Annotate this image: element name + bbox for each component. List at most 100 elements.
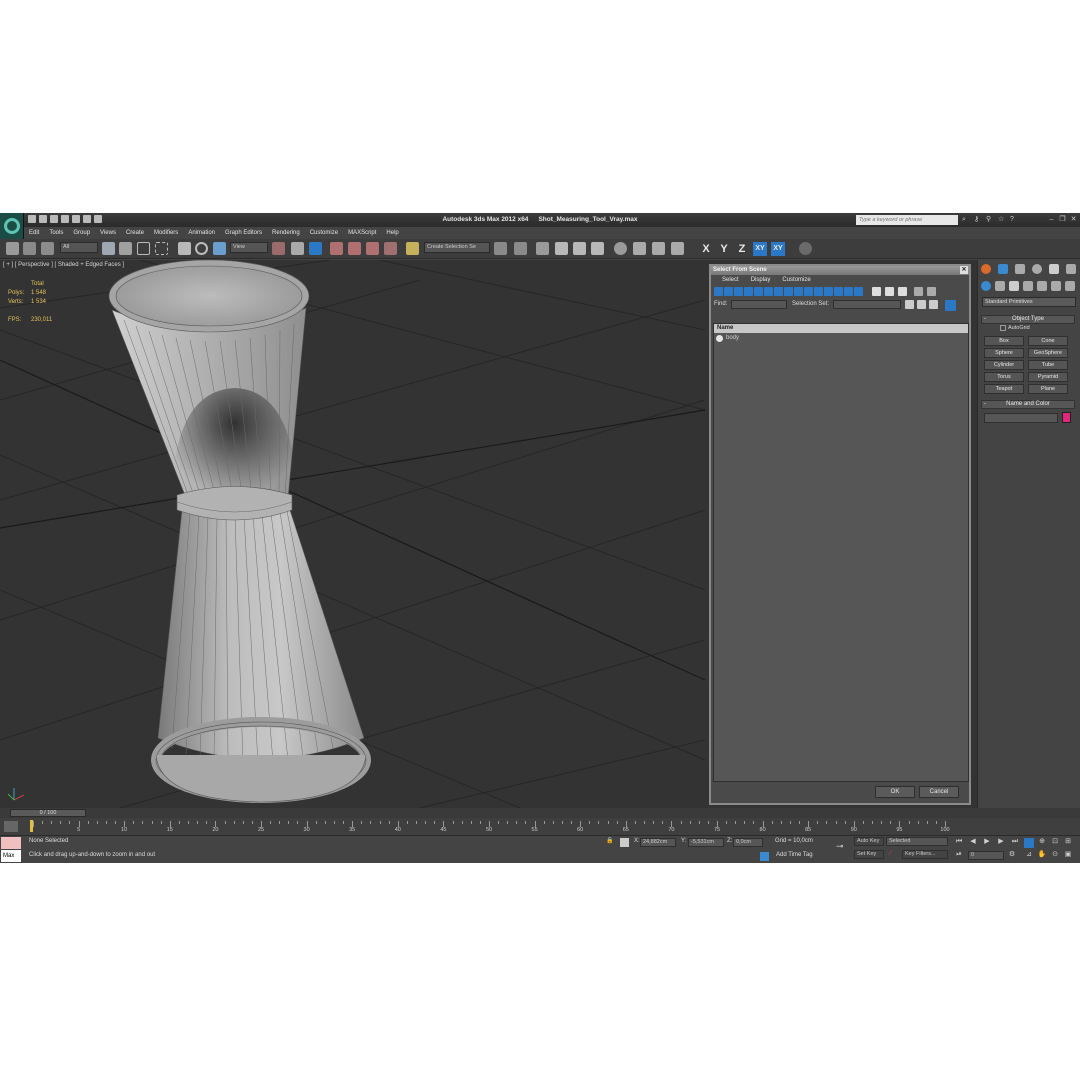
display-xrefs-icon[interactable] — [784, 287, 793, 296]
plane-button[interactable]: Plane — [1028, 384, 1068, 394]
mirror-icon[interactable] — [494, 242, 507, 255]
align-icon[interactable] — [514, 242, 527, 255]
display-groups-icon[interactable] — [774, 287, 783, 296]
render-production-icon[interactable] — [671, 242, 684, 255]
menu-maxscript[interactable]: MAXScript — [343, 227, 381, 239]
list-item[interactable]: body — [714, 333, 968, 343]
app-logo[interactable] — [0, 213, 24, 239]
absolute-mode-icon[interactable] — [620, 838, 629, 847]
set-key-button[interactable]: Set Key — [854, 850, 884, 859]
menu-views[interactable]: Views — [95, 227, 121, 239]
axis-xy-button[interactable]: XY — [753, 242, 767, 256]
tube-button[interactable]: Tube — [1028, 360, 1068, 370]
bind-space-warp-icon[interactable] — [41, 242, 54, 255]
display-containers-icon[interactable] — [804, 287, 813, 296]
utilities-tab-icon[interactable] — [1066, 264, 1076, 274]
display-tab-icon[interactable] — [1049, 264, 1059, 274]
select-object-icon[interactable] — [102, 242, 115, 255]
geometry-category-icon[interactable] — [981, 281, 991, 291]
systems-category-icon[interactable] — [1065, 281, 1075, 291]
display-all-icon[interactable] — [834, 287, 843, 296]
angle-snap-icon[interactable] — [348, 242, 361, 255]
cameras-category-icon[interactable] — [1023, 281, 1033, 291]
select-none-icon[interactable] — [885, 287, 894, 296]
z-coordinate-field[interactable]: 0,0cm — [733, 838, 763, 847]
helpers-category-icon[interactable] — [1037, 281, 1047, 291]
select-and-scale-icon[interactable] — [213, 242, 226, 255]
play-icon[interactable]: ▶ — [982, 837, 992, 847]
lock-selection-icon[interactable]: 🔒 — [606, 837, 613, 846]
viewport-label[interactable]: [ + ] [ Perspective ] [ Shaded + Edged F… — [3, 262, 124, 268]
select-by-name-icon[interactable] — [119, 242, 132, 255]
minimize-icon[interactable]: – — [1047, 215, 1056, 224]
primitive-category-dropdown[interactable]: Standard Primitives — [982, 297, 1076, 307]
select-all-icon[interactable] — [872, 287, 881, 296]
motion-tab-icon[interactable] — [1032, 264, 1042, 274]
torus-button[interactable]: Torus — [984, 372, 1024, 382]
display-geometry-icon[interactable] — [714, 287, 723, 296]
object-type-rollout[interactable]: - Object Type — [981, 315, 1075, 324]
material-editor-icon[interactable] — [614, 242, 627, 255]
menu-help[interactable]: Help — [381, 227, 403, 239]
axis-x-button[interactable]: X — [699, 242, 713, 256]
pan-view-icon[interactable]: ✋ — [1037, 850, 1047, 860]
cone-button[interactable]: Cone — [1028, 336, 1068, 346]
dialog-menu-display[interactable]: Display — [745, 275, 777, 286]
display-helpers-icon[interactable] — [754, 287, 763, 296]
dialog-title-bar[interactable]: Select From Scene ✕ — [711, 266, 969, 275]
cylinder-button[interactable]: Cylinder — [984, 360, 1024, 370]
render-setup-icon[interactable] — [633, 242, 646, 255]
geosphere-button[interactable]: GeoSphere — [1028, 348, 1068, 358]
key-mode-dropdown[interactable]: Selected — [886, 837, 948, 846]
edit-selection-set-icon[interactable] — [917, 300, 926, 309]
time-configuration-icon[interactable]: ⚙ — [1007, 850, 1017, 860]
field-of-view-icon[interactable]: ⊿ — [1024, 850, 1034, 860]
display-space-warps-icon[interactable] — [764, 287, 773, 296]
snaps-toggle-icon[interactable] — [330, 242, 343, 255]
axis-xy-cycle-button[interactable]: XY — [771, 242, 785, 256]
dialog-menu-select[interactable]: Select — [716, 275, 745, 286]
user-icon[interactable]: ⚲ — [986, 216, 994, 224]
rectangular-selection-icon[interactable] — [137, 242, 150, 255]
sync-selection-icon[interactable] — [927, 287, 936, 296]
sphere-button[interactable]: Sphere — [984, 348, 1024, 358]
time-tag-icon[interactable] — [760, 852, 769, 861]
display-lights-icon[interactable] — [734, 287, 743, 296]
dialog-close-icon[interactable]: ✕ — [960, 266, 968, 274]
remove-selection-set-icon[interactable] — [929, 300, 938, 309]
select-and-move-icon[interactable] — [178, 242, 191, 255]
zoom-icon[interactable] — [1024, 838, 1034, 848]
teapot-button[interactable]: Teapot — [984, 384, 1024, 394]
star-icon[interactable]: ☆ — [998, 216, 1006, 224]
display-hidden-icon[interactable] — [824, 287, 833, 296]
y-coordinate-field[interactable]: -5,531cm — [688, 838, 724, 847]
select-invert-icon[interactable] — [898, 287, 907, 296]
pyramid-button[interactable]: Pyramid — [1028, 372, 1068, 382]
key-icon[interactable]: ⚷ — [974, 216, 982, 224]
select-and-manipulate-icon[interactable] — [291, 242, 304, 255]
curve-editor-icon[interactable] — [573, 242, 586, 255]
orbit-icon[interactable]: ⊙ — [1050, 850, 1060, 860]
zoom-all-icon[interactable]: ⊕ — [1037, 837, 1047, 847]
rendered-frame-window-icon[interactable] — [652, 242, 665, 255]
display-frozen-icon[interactable] — [814, 287, 823, 296]
create-selection-set-icon[interactable] — [905, 300, 914, 309]
graphite-ribbon-icon[interactable] — [555, 242, 568, 255]
help-icon[interactable]: ? — [1010, 216, 1018, 224]
vray-icon[interactable] — [799, 242, 812, 255]
x-coordinate-field[interactable]: 24,882cm — [640, 838, 676, 847]
find-input[interactable] — [731, 300, 787, 309]
set-key-icon[interactable]: ⊸ — [836, 842, 844, 851]
time-slider[interactable]: 0 / 100 — [0, 808, 1080, 818]
create-tab-icon[interactable] — [981, 264, 991, 274]
menu-modifiers[interactable]: Modifiers — [149, 227, 183, 239]
pivot-center-icon[interactable] — [272, 242, 285, 255]
filter-icon[interactable] — [914, 287, 923, 296]
layer-manager-icon[interactable] — [536, 242, 549, 255]
name-and-color-rollout[interactable]: - Name and Color — [981, 400, 1075, 409]
close-icon[interactable]: ✕ — [1069, 215, 1078, 224]
restore-icon[interactable]: ❐ — [1058, 215, 1067, 224]
previous-frame-icon[interactable]: ◀ — [968, 837, 978, 847]
selection-set-dropdown[interactable] — [833, 300, 901, 309]
select-dependents-icon[interactable] — [945, 300, 956, 311]
